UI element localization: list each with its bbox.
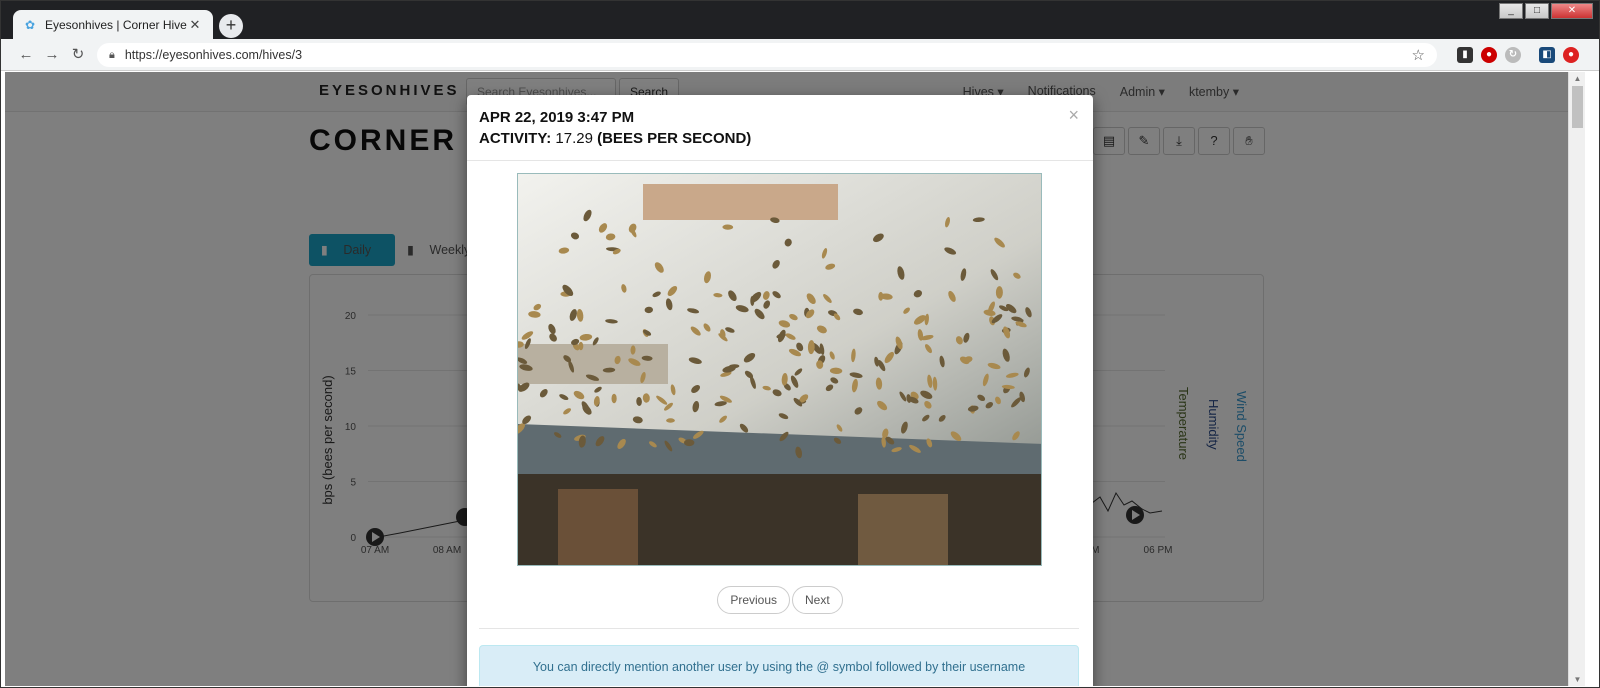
lock-icon: 🔒︎ [109, 48, 115, 61]
bee [611, 393, 617, 404]
hive-entrance-photo [517, 173, 1042, 566]
tab-title: Eyesonhives | Corner Hive [45, 18, 187, 32]
url-text: https://eyesonhives.com/hives/3 [124, 48, 303, 62]
bee-favicon-icon: ✿ [24, 18, 36, 32]
close-window-button[interactable]: ✕ [1551, 3, 1593, 19]
browser-toolbar: ← → ↻ 🔒︎ https://eyesonhives.com/hives/3… [1, 39, 1599, 71]
snapshot-pager: Previous Next [467, 586, 1093, 614]
mention-info-alert: You can directly mention another user by… [479, 645, 1079, 686]
scroll-up-icon[interactable]: ▲ [1569, 74, 1586, 83]
extension-c-icon[interactable]: ● [1563, 47, 1579, 63]
bee [684, 439, 695, 447]
browser-tab[interactable]: ✿ Eyesonhives | Corner Hive ✕ [13, 10, 213, 40]
scroll-thumb[interactable] [1572, 86, 1583, 128]
address-bar[interactable]: 🔒︎ https://eyesonhives.com/hives/3 ☆ [97, 43, 1437, 67]
new-tab-button[interactable]: + [219, 14, 243, 38]
reload-icon[interactable]: ↻ [69, 46, 87, 64]
bookmark-star-icon[interactable]: ☆ [1412, 46, 1425, 64]
extension-b-icon[interactable]: ◧ [1539, 47, 1555, 63]
snapshot-modal: APR 22, 2019 3:47 PM ACTIVITY: 17.29 (BE… [467, 95, 1093, 686]
extension-icon[interactable]: ▮ [1457, 47, 1473, 63]
snapshot-date: APR 22, 2019 3:47 PM [479, 109, 635, 126]
back-icon[interactable]: ← [17, 46, 35, 64]
sync-icon[interactable]: ↻ [1505, 47, 1521, 63]
activity-value: 17.29 [555, 130, 593, 147]
adblock-icon[interactable]: ● [1481, 47, 1497, 63]
modal-divider [479, 628, 1079, 629]
bee [666, 418, 675, 423]
browser-window: ✿ Eyesonhives | Corner Hive ✕ + _ □ ✕ ← … [0, 0, 1600, 688]
activity-unit: (BEES PER SECOND) [597, 130, 752, 147]
previous-button[interactable]: Previous [717, 586, 790, 614]
page-scrollbar[interactable]: ▲ ▼ [1568, 72, 1585, 686]
tab-close-icon[interactable]: ✕ [187, 17, 203, 33]
forward-icon[interactable]: → [43, 46, 61, 64]
next-button[interactable]: Next [792, 586, 843, 614]
window-controls: _ □ ✕ [1499, 3, 1593, 19]
scroll-down-icon[interactable]: ▼ [1569, 675, 1586, 684]
page-content: EYESONHIVES Search Eyesonhives... Search… [5, 72, 1569, 686]
maximize-button[interactable]: □ [1525, 3, 1549, 19]
tab-strip: ✿ Eyesonhives | Corner Hive ✕ + _ □ ✕ [1, 1, 1599, 40]
bees-image [518, 174, 1041, 565]
minimize-button[interactable]: _ [1499, 3, 1523, 19]
activity-label: ACTIVITY: [479, 130, 552, 147]
modal-header: APR 22, 2019 3:47 PM ACTIVITY: 17.29 (BE… [467, 95, 1093, 161]
modal-close-icon[interactable]: × [1068, 105, 1079, 126]
snapshot-activity: ACTIVITY: 17.29 (BEES PER SECOND) [479, 130, 1081, 147]
